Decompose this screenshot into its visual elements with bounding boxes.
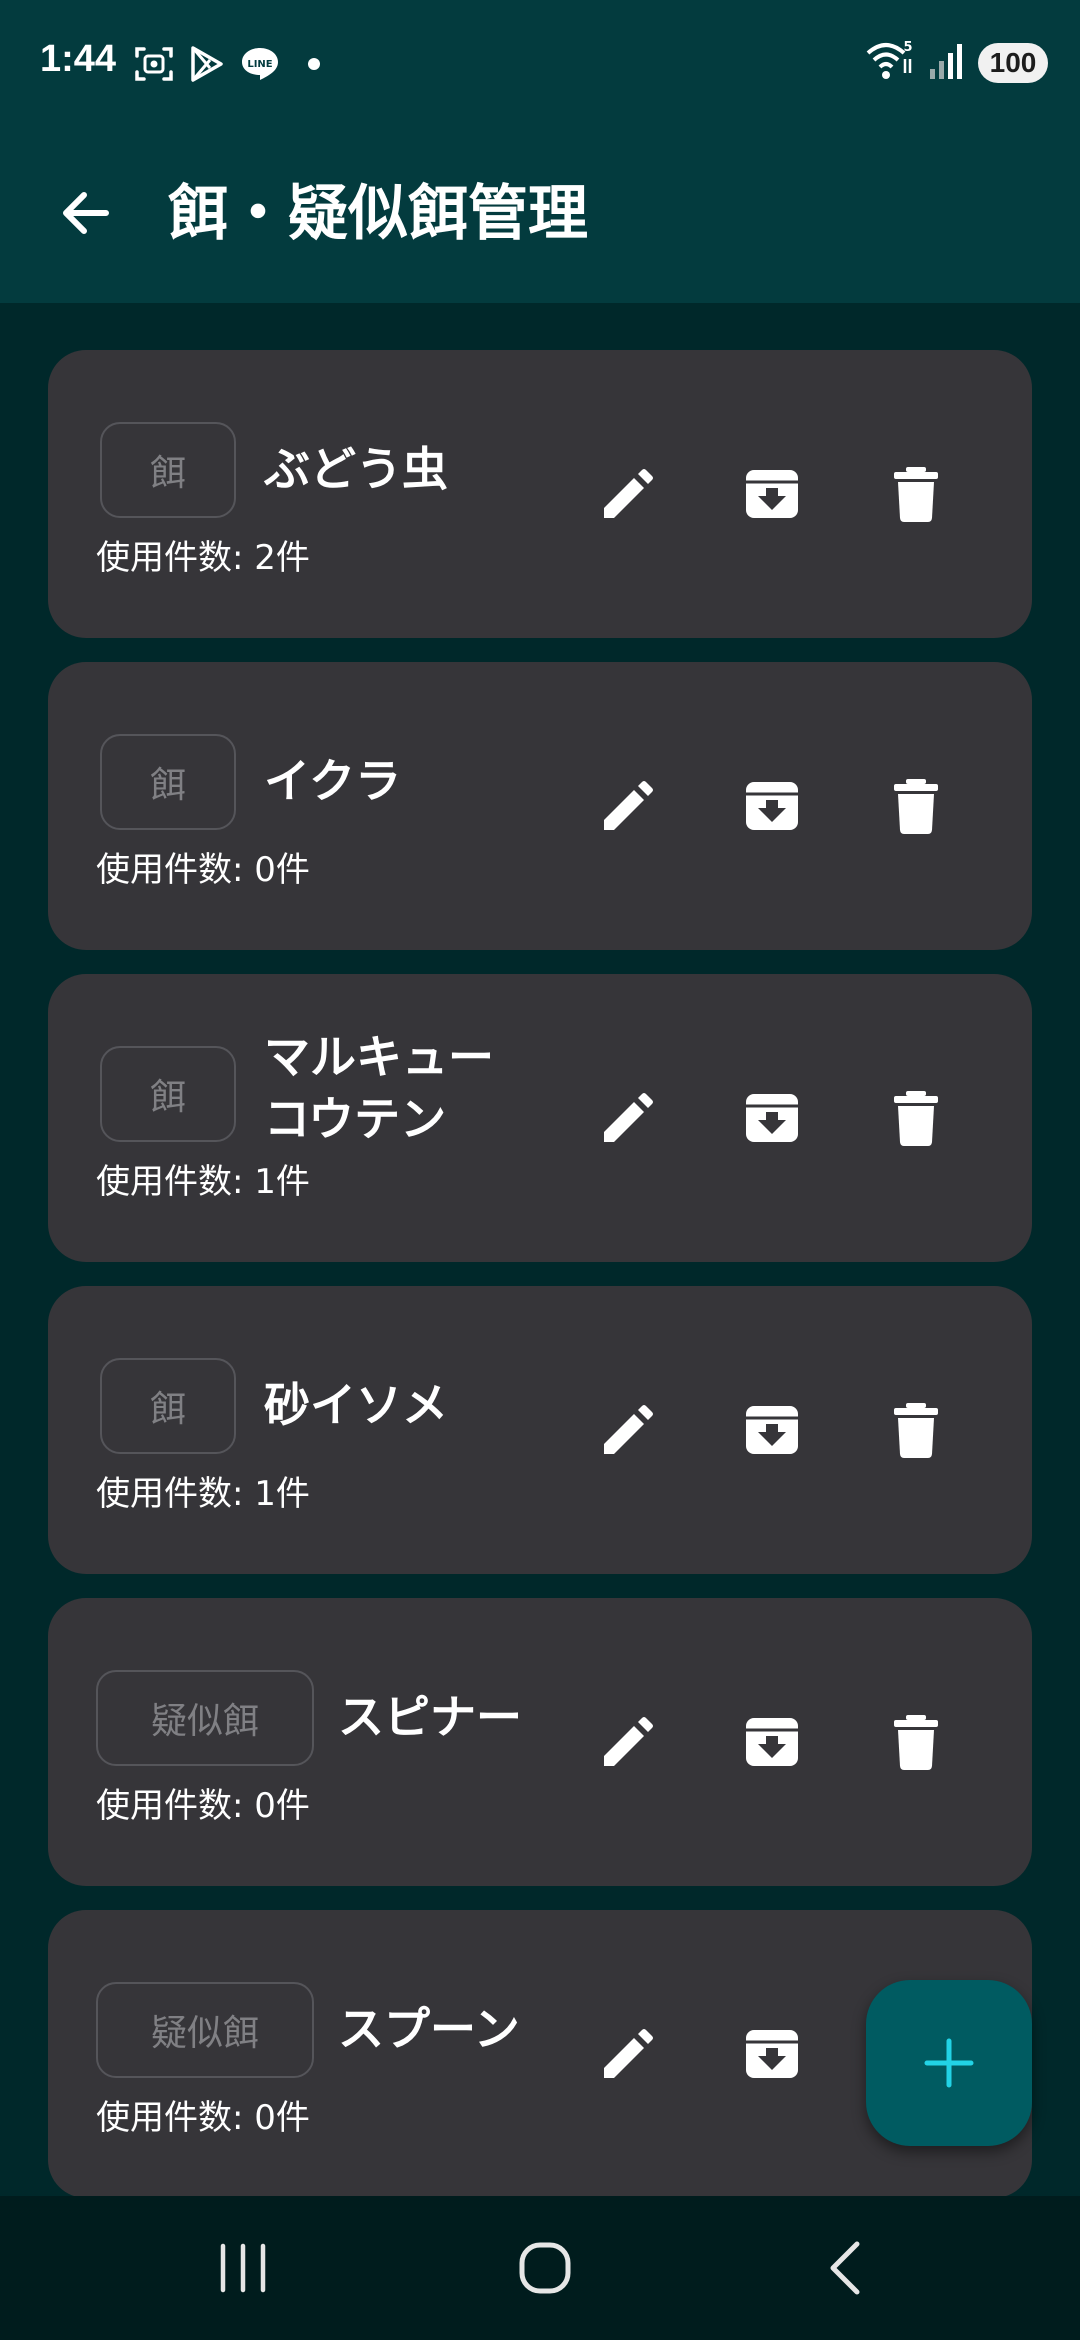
system-nav-bar: [0, 2196, 1080, 2340]
edit-button[interactable]: [588, 766, 668, 846]
delete-icon: [894, 1091, 938, 1146]
delete-icon: [894, 1403, 938, 1458]
home-button[interactable]: [500, 2232, 590, 2304]
edit-icon: [604, 469, 653, 518]
archive-icon: [746, 1406, 798, 1454]
bait-name: イクラ: [264, 754, 402, 808]
archive-button[interactable]: [732, 766, 812, 846]
delete-button[interactable]: [876, 766, 956, 846]
bait-card[interactable]: 餌 マルキューコウテン 使用件数: 1件: [48, 974, 1032, 1262]
delete-button[interactable]: [876, 454, 956, 534]
delete-button[interactable]: [876, 1702, 956, 1782]
add-bait-button[interactable]: [866, 1980, 1032, 2146]
page-title: 餌・疑似餌管理: [168, 179, 588, 249]
usage-count: 使用件数: 1件: [96, 1474, 310, 1514]
status-right: 5 100: [864, 40, 1048, 86]
play-store-icon: [188, 44, 226, 84]
bait-card[interactable]: 疑似餌 スピナー 使用件数: 0件: [48, 1598, 1032, 1886]
edit-icon: [604, 781, 653, 830]
delete-icon: [894, 467, 938, 522]
dot-icon: [294, 44, 324, 84]
bait-name: マルキューコウテン: [264, 1030, 494, 1146]
delete-icon: [894, 779, 938, 834]
bait-name: ぶどう虫: [264, 442, 448, 496]
screen: 1:44 LINE 5 100 餌・疑似餌管理 餌 ぶどう虫 使用件数: 2件 …: [0, 0, 1080, 2340]
edit-button[interactable]: [588, 454, 668, 534]
archive-button[interactable]: [732, 1390, 812, 1470]
bait-name: スプーン: [338, 2002, 520, 2056]
type-badge: 餌: [100, 1358, 236, 1454]
edit-icon: [604, 1717, 653, 1766]
status-bar: 1:44 LINE 5 100: [0, 0, 1080, 125]
home-icon: [519, 2242, 571, 2294]
bait-name: スピナー: [338, 1690, 522, 1744]
type-badge: 餌: [100, 734, 236, 830]
bait-card[interactable]: 餌 砂イソメ 使用件数: 1件: [48, 1286, 1032, 1574]
archive-button[interactable]: [732, 2014, 812, 2094]
archive-button[interactable]: [732, 454, 812, 534]
archive-icon: [746, 782, 798, 830]
edit-icon: [604, 1093, 653, 1142]
signal-icon: [926, 41, 966, 85]
recents-button[interactable]: [198, 2232, 288, 2304]
system-back-button[interactable]: [802, 2232, 892, 2304]
type-badge: 餌: [100, 1046, 236, 1142]
edit-icon: [604, 2029, 653, 2078]
edit-icon: [604, 1405, 653, 1454]
delete-button[interactable]: [876, 1390, 956, 1470]
archive-icon: [746, 2030, 798, 2078]
back-button[interactable]: [48, 177, 120, 249]
notification-icons: LINE: [134, 44, 324, 84]
back-icon: [830, 2241, 860, 2295]
bait-card[interactable]: 餌 イクラ 使用件数: 0件: [48, 662, 1032, 950]
archive-button[interactable]: [732, 1078, 812, 1158]
app-bar: 餌・疑似餌管理: [0, 125, 1080, 303]
screenshot-icon: [134, 44, 174, 84]
usage-count: 使用件数: 0件: [96, 2098, 310, 2138]
arrow-back-icon: [63, 192, 109, 234]
archive-icon: [746, 1718, 798, 1766]
status-time: 1:44: [40, 38, 117, 80]
battery-icon: 100: [978, 43, 1048, 83]
archive-icon: [746, 470, 798, 518]
bait-name: 砂イソメ: [264, 1378, 448, 1432]
wifi-icon: 5: [864, 39, 914, 87]
edit-button[interactable]: [588, 1390, 668, 1470]
archive-icon: [746, 1094, 798, 1142]
type-badge: 疑似餌: [96, 1982, 314, 2078]
plus-icon: [924, 2038, 974, 2088]
usage-count: 使用件数: 1件: [96, 1162, 310, 1202]
svg-text:5: 5: [903, 40, 912, 55]
delete-icon: [894, 1715, 938, 1770]
edit-button[interactable]: [588, 1702, 668, 1782]
svg-text:LINE: LINE: [247, 59, 272, 70]
edit-button[interactable]: [588, 2014, 668, 2094]
usage-count: 使用件数: 2件: [96, 538, 310, 578]
type-badge: 疑似餌: [96, 1670, 314, 1766]
usage-count: 使用件数: 0件: [96, 1786, 310, 1826]
usage-count: 使用件数: 0件: [96, 850, 310, 890]
type-badge: 餌: [100, 422, 236, 518]
line-app-icon: LINE: [240, 44, 280, 84]
bait-card[interactable]: 餌 ぶどう虫 使用件数: 2件: [48, 350, 1032, 638]
edit-button[interactable]: [588, 1078, 668, 1158]
delete-button[interactable]: [876, 1078, 956, 1158]
recents-icon: [220, 2243, 266, 2293]
archive-button[interactable]: [732, 1702, 812, 1782]
